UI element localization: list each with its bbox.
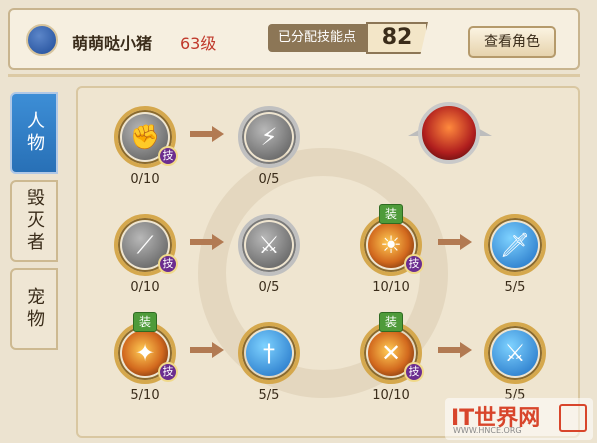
skill-level: 5/10 — [130, 388, 160, 403]
sword-class-icon — [26, 24, 58, 56]
sword-down-icon: 🗡 — [492, 222, 538, 268]
skill-slot-r2c3[interactable]: ☀ 装 技 10/10 — [358, 204, 424, 295]
upgrade-arrow-icon — [190, 126, 224, 142]
active-skill-badge: 技 — [158, 146, 178, 166]
lightning-shield-icon: ⚡ — [246, 114, 292, 160]
skill-slot-r1c2[interactable]: ⚡ 0/5 — [236, 106, 302, 187]
active-skill-badge: 技 — [404, 362, 424, 382]
tab-destroyer[interactable]: 毁灭者 — [10, 180, 58, 262]
skill-tree-panel: ✊ 技 0/10 ⚡ 0/5 ⟋ 技 0/10 ⚔ 0/5 ☀ 装 技 10/1… — [76, 86, 580, 438]
active-skill-badge: 技 — [158, 254, 178, 274]
skill-slot-r3c2[interactable]: † 5/5 — [236, 322, 302, 403]
upgrade-arrow-icon — [438, 342, 472, 358]
skill-level: 0/5 — [258, 280, 280, 295]
equipped-badge: 装 — [379, 204, 403, 224]
allocated-points-value: 82 — [366, 22, 428, 54]
skill-level: 0/10 — [130, 172, 160, 187]
skill-level: 10/10 — [372, 388, 410, 403]
upgrade-arrow-icon — [190, 234, 224, 250]
skill-level: 5/5 — [504, 280, 526, 295]
upgrade-arrow-icon — [438, 234, 472, 250]
player-level: 63级 — [180, 34, 217, 53]
skill-level: 5/5 — [258, 388, 280, 403]
player-header: 萌萌哒小猪 63级 已分配技能点 82 查看角色 — [8, 8, 580, 70]
tab-pet[interactable]: 宠物 — [10, 268, 58, 350]
header-divider — [8, 74, 580, 77]
view-character-button[interactable]: 查看角色 — [468, 26, 556, 58]
allocated-points-label: 已分配技能点 — [268, 24, 366, 52]
active-skill-badge: 技 — [158, 362, 178, 382]
skill-slot-r2c1[interactable]: ⟋ 技 0/10 — [112, 214, 178, 295]
active-skill-badge: 技 — [404, 254, 424, 274]
skill-level: 0/10 — [130, 280, 160, 295]
skill-slot-r1c1[interactable]: ✊ 技 0/10 — [112, 106, 178, 187]
equipped-badge: 装 — [133, 312, 157, 332]
watermark-url: WWW.HNCE.ORG — [453, 426, 522, 435]
fire-warrior-portrait-icon[interactable] — [418, 102, 480, 164]
skill-slot-r3c3[interactable]: ✕ 装 技 10/10 — [358, 312, 424, 403]
upgrade-arrow-icon — [190, 342, 224, 358]
skill-slot-r2c4[interactable]: 🗡 5/5 — [482, 214, 548, 295]
cursor-logo-icon — [559, 404, 587, 432]
equipped-badge: 装 — [379, 312, 403, 332]
skill-slot-r3c1[interactable]: ✦ 装 技 5/10 — [112, 312, 178, 403]
skill-slot-r3c4[interactable]: ⚔ 5/5 — [482, 322, 548, 403]
skill-level: 0/5 — [258, 172, 280, 187]
sword-ring-icon: † — [246, 330, 292, 376]
player-name: 萌萌哒小猪 — [72, 34, 153, 53]
site-watermark-logo: IT世界网 WWW.HNCE.ORG — [445, 398, 593, 440]
skill-level: 10/10 — [372, 280, 410, 295]
skill-slot-r2c2[interactable]: ⚔ 0/5 — [236, 214, 302, 295]
tab-character[interactable]: 人物 — [10, 92, 58, 174]
sword-slash-icon: ⚔ — [492, 330, 538, 376]
winged-sword-icon: ⚔ — [246, 222, 292, 268]
